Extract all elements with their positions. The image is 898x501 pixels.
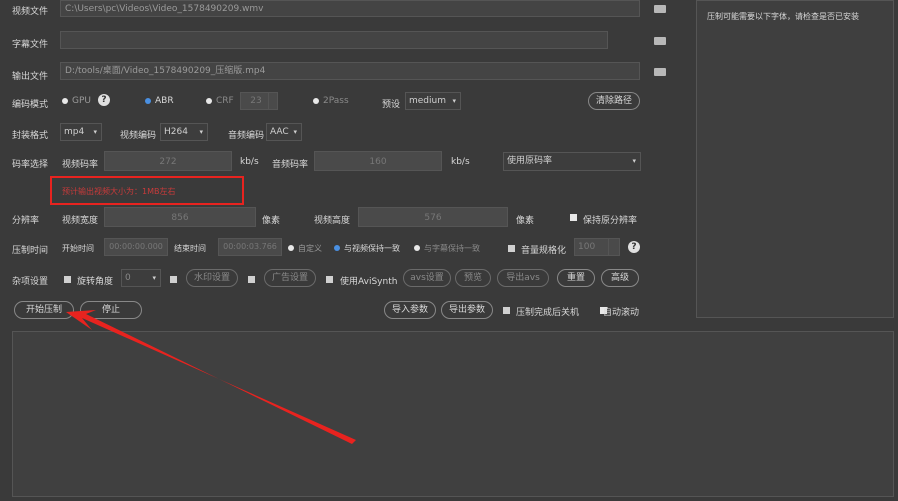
annotation-arrow-shape bbox=[66, 310, 356, 444]
annotation-arrow bbox=[66, 310, 356, 444]
